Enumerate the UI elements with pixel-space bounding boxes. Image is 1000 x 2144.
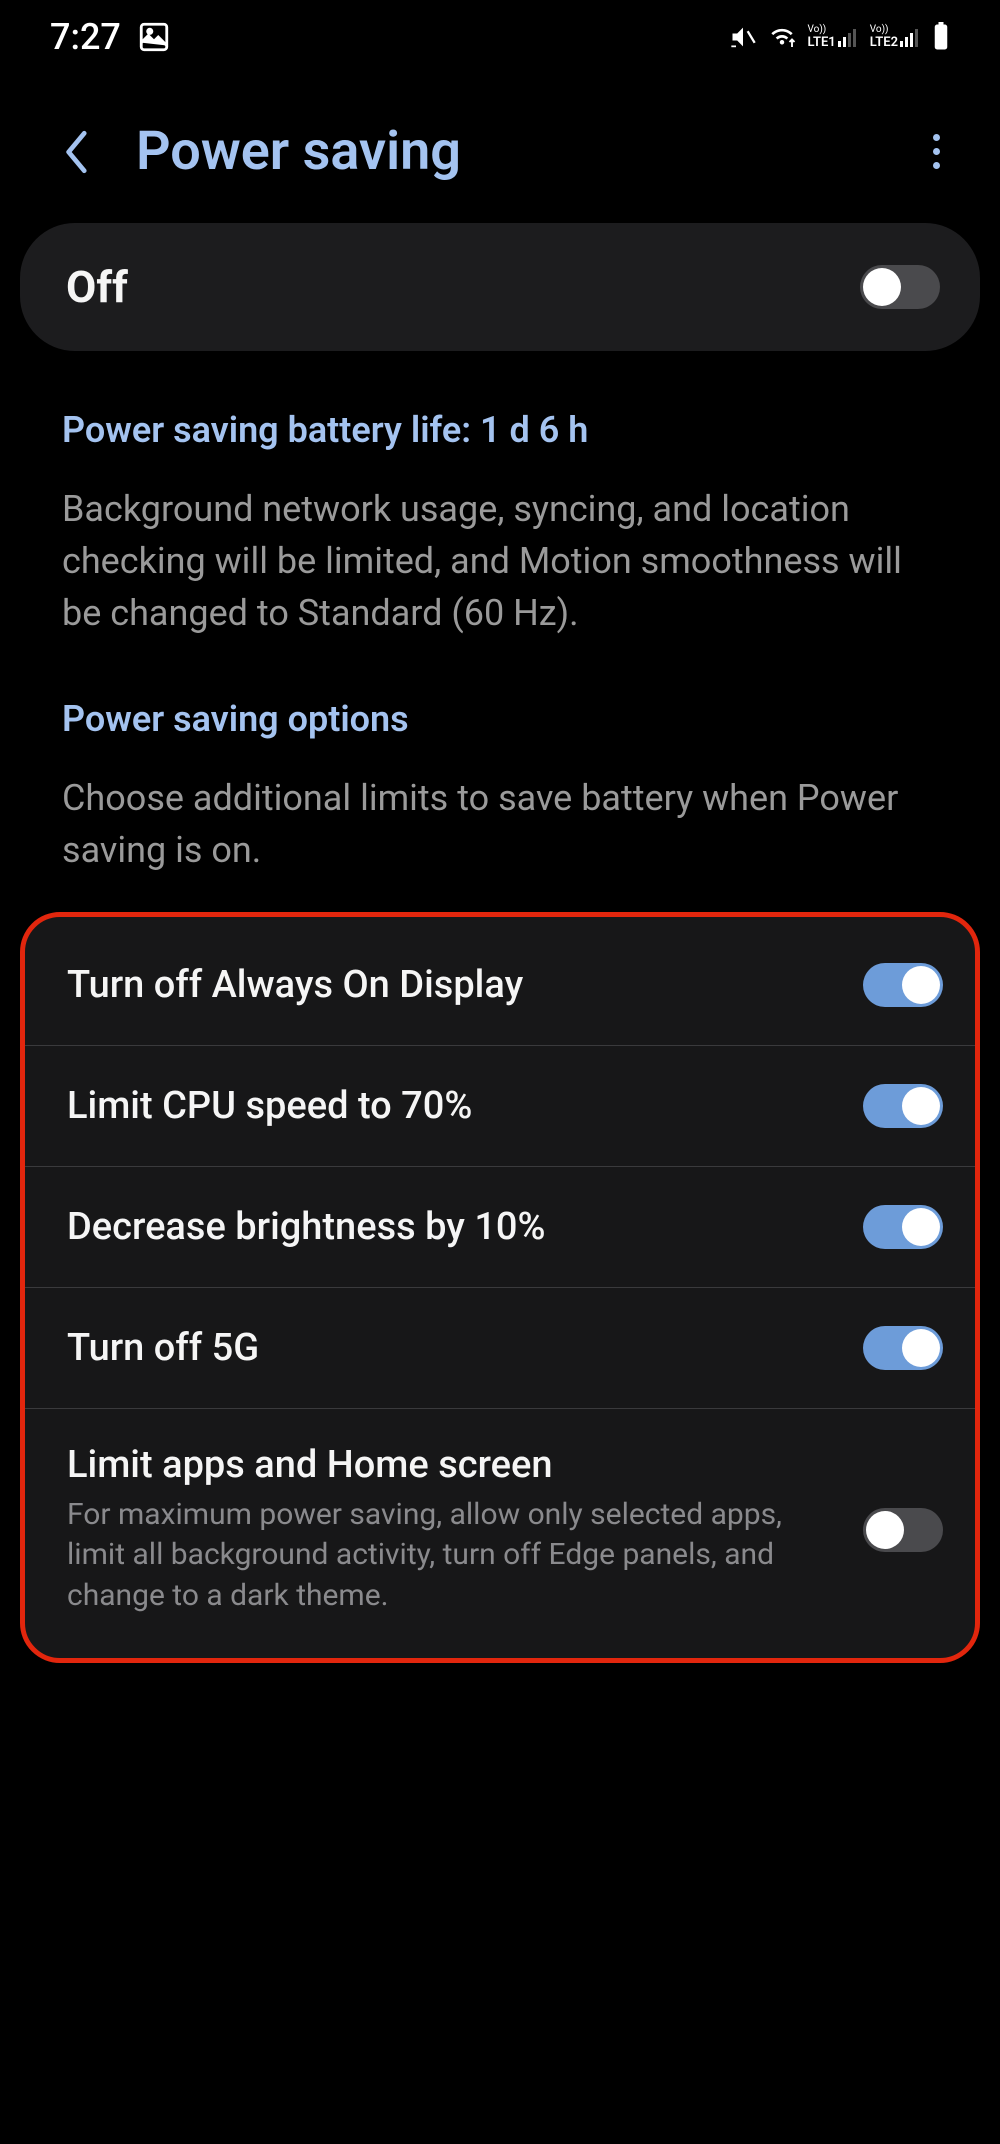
battery-life-desc: Background network usage, syncing, and l…: [62, 483, 938, 640]
limit-apps-toggle[interactable]: [863, 1508, 943, 1552]
lte1-signal-icon: Vo)) LTE1: [807, 25, 859, 49]
options-desc: Choose additional limits to save battery…: [62, 772, 938, 876]
battery-life-section: Power saving battery life: 1 d 6 h Backg…: [0, 409, 1000, 640]
option-label: Decrease brightness by 10%: [67, 1205, 843, 1249]
battery-icon: [932, 22, 950, 52]
option-limit-apps[interactable]: Limit apps and Home screen For maximum p…: [25, 1409, 975, 1651]
power-saving-state-label: Off: [66, 261, 128, 313]
status-time: 7:27: [50, 16, 121, 58]
option-label: Limit CPU speed to 70%: [67, 1084, 843, 1128]
status-right: Vo)) LTE1 Vo)) LTE2: [729, 22, 950, 52]
option-always-on-display[interactable]: Turn off Always On Display: [25, 925, 975, 1046]
header: Power saving: [0, 70, 1000, 223]
power-saving-master-toggle[interactable]: [860, 265, 940, 309]
lte2-signal-icon: Vo)) LTE2: [870, 25, 922, 49]
battery-life-title: Power saving battery life: 1 d 6 h: [62, 409, 938, 451]
power-saving-master-toggle-row[interactable]: Off: [20, 223, 980, 351]
5g-toggle[interactable]: [863, 1326, 943, 1370]
options-title: Power saving options: [62, 698, 938, 740]
always-on-display-toggle[interactable]: [863, 963, 943, 1007]
page-title: Power saving: [136, 120, 461, 183]
status-left: 7:27: [50, 16, 171, 58]
header-left: Power saving: [60, 120, 461, 183]
options-section-header: Power saving options Choose additional l…: [0, 698, 1000, 876]
option-sublabel: For maximum power saving, allow only sel…: [67, 1495, 843, 1617]
options-card: Turn off Always On Display Limit CPU spe…: [20, 912, 980, 1664]
option-label: Turn off 5G: [67, 1326, 843, 1370]
back-button[interactable]: [60, 127, 96, 177]
wifi-icon: [767, 22, 797, 52]
brightness-toggle[interactable]: [863, 1205, 943, 1249]
option-brightness[interactable]: Decrease brightness by 10%: [25, 1167, 975, 1288]
option-label: Turn off Always On Display: [67, 963, 843, 1007]
vibrate-mute-icon: [729, 23, 757, 51]
status-bar: 7:27 Vo)): [0, 0, 1000, 70]
option-label: Limit apps and Home screen: [67, 1443, 843, 1487]
picture-icon: [137, 20, 171, 54]
cpu-limit-toggle[interactable]: [863, 1084, 943, 1128]
more-options-button[interactable]: [913, 124, 960, 179]
option-5g[interactable]: Turn off 5G: [25, 1288, 975, 1409]
option-cpu-limit[interactable]: Limit CPU speed to 70%: [25, 1046, 975, 1167]
